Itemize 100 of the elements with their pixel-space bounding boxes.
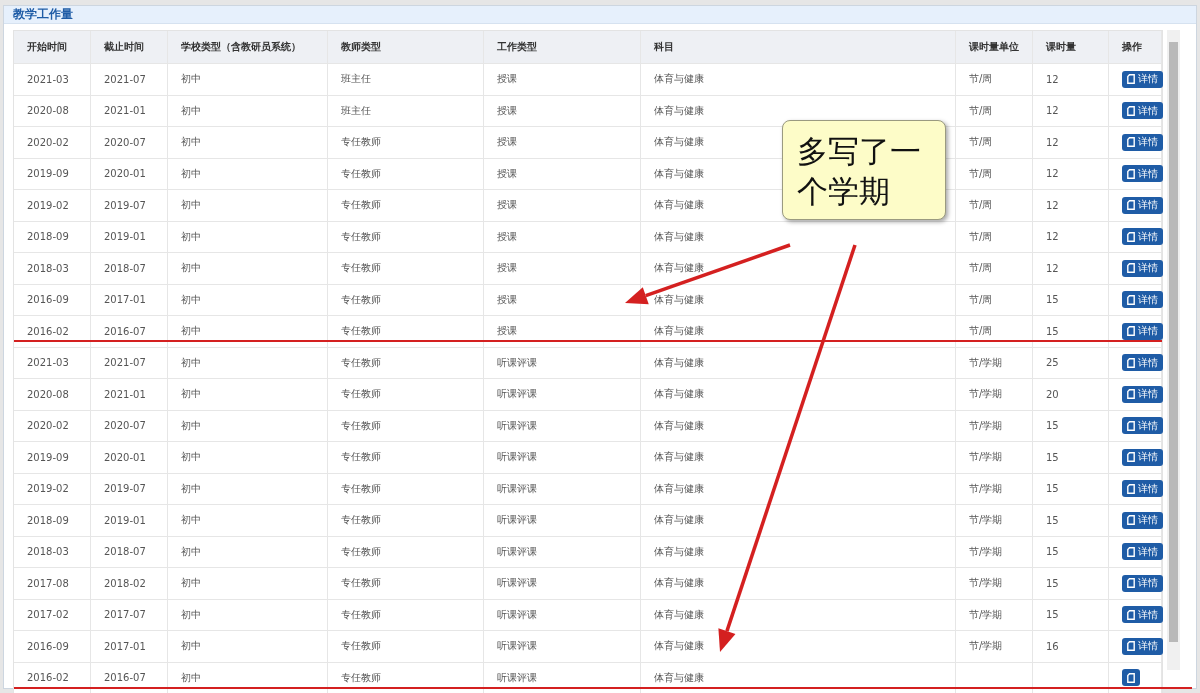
table-cell: 12: [1033, 190, 1109, 221]
document-icon: [1127, 515, 1135, 526]
table-cell: 节/周: [956, 284, 1033, 315]
document-icon: [1127, 263, 1135, 274]
table-cell: 初中: [168, 473, 328, 504]
table-cell: 专任教师: [328, 253, 484, 284]
table-cell: 授课: [484, 64, 641, 95]
table-cell: 2020-07: [91, 410, 168, 441]
table-cell: 初中: [168, 64, 328, 95]
table-cell: 专任教师: [328, 599, 484, 630]
table-cell: 初中: [168, 631, 328, 662]
table-cell: 15: [1033, 599, 1109, 630]
callout-note: 多写了一个学期: [782, 120, 946, 220]
table-cell: 初中: [168, 536, 328, 567]
document-icon: [1127, 105, 1135, 116]
table-cell: 初中: [168, 221, 328, 252]
document-icon: [1127, 672, 1135, 683]
table-cell: 授课: [484, 221, 641, 252]
table-cell: 专任教师: [328, 284, 484, 315]
document-icon: [1127, 578, 1135, 589]
table-cell: 班主任: [328, 64, 484, 95]
table-cell: 2017-01: [91, 284, 168, 315]
table-cell: 专任教师: [328, 127, 484, 158]
details-button[interactable]: [1122, 669, 1140, 687]
table-cell: 2021-07: [91, 347, 168, 378]
table-cell: 2021-01: [91, 95, 168, 126]
column-header: 学校类型（含教研员系统）: [168, 31, 328, 63]
details-button[interactable]: 详情: [1122, 70, 1163, 88]
table-cell: 节/学期: [956, 410, 1033, 441]
details-button[interactable]: 详情: [1122, 322, 1163, 340]
table-cell: 2019-07: [91, 473, 168, 504]
details-button[interactable]: 详情: [1122, 606, 1163, 624]
details-button[interactable]: 详情: [1122, 480, 1163, 498]
table-cell: 2021-03: [14, 64, 91, 95]
table-cell: 16: [1033, 631, 1109, 662]
table-cell: 2019-07: [91, 190, 168, 221]
details-button[interactable]: 详情: [1122, 511, 1163, 529]
table-cell: 12: [1033, 158, 1109, 189]
column-header: 科目: [641, 31, 956, 63]
details-button[interactable]: 详情: [1122, 165, 1163, 183]
table-cell: 2020-02: [14, 410, 91, 441]
table-cell: 授课: [484, 253, 641, 284]
table-cell: 初中: [168, 158, 328, 189]
details-button[interactable]: 详情: [1122, 385, 1163, 403]
table-cell: 授课: [484, 190, 641, 221]
table-cell: 2020-08: [14, 379, 91, 410]
table-cell: 专任教师: [328, 536, 484, 567]
table-cell: 2018-07: [91, 253, 168, 284]
document-icon: [1127, 294, 1135, 305]
scrollbar[interactable]: [1167, 30, 1180, 670]
details-button[interactable]: 详情: [1122, 354, 1163, 372]
table-cell: 2021-01: [91, 379, 168, 410]
table-cell: 节/学期: [956, 442, 1033, 473]
table-cell: 初中: [168, 284, 328, 315]
table-cell: 听课评课: [484, 410, 641, 441]
table-cell: 2018-09: [14, 505, 91, 536]
table-cell: 12: [1033, 95, 1109, 126]
details-button[interactable]: 详情: [1122, 133, 1163, 151]
table-cell: 2017-01: [91, 631, 168, 662]
details-button[interactable]: 详情: [1122, 543, 1163, 561]
table-cell: 听课评课: [484, 568, 641, 599]
panel-title: 教学工作量: [13, 6, 73, 23]
table-cell: 初中: [168, 190, 328, 221]
table-cell: 听课评课: [484, 379, 641, 410]
table-cell: 听课评课: [484, 505, 641, 536]
document-icon: [1127, 420, 1135, 431]
details-button[interactable]: 详情: [1122, 637, 1163, 655]
table-cell: 初中: [168, 379, 328, 410]
table-cell: 节/周: [956, 253, 1033, 284]
table-cell: 15: [1033, 442, 1109, 473]
column-header: 截止时间: [91, 31, 168, 63]
table-cell: 节/周: [956, 158, 1033, 189]
table-cell: 授课: [484, 127, 641, 158]
details-button[interactable]: 详情: [1122, 574, 1163, 592]
table-cell: 听课评课: [484, 599, 641, 630]
details-button[interactable]: 详情: [1122, 448, 1163, 466]
table-cell: 专任教师: [328, 442, 484, 473]
table-cell: 节/周: [956, 127, 1033, 158]
details-button[interactable]: 详情: [1122, 291, 1163, 309]
details-button[interactable]: 详情: [1122, 259, 1163, 277]
details-button[interactable]: 详情: [1122, 196, 1163, 214]
table-cell: 听课评课: [484, 442, 641, 473]
table-cell: 专任教师: [328, 473, 484, 504]
column-header: 开始时间: [14, 31, 91, 63]
table-cell: 2019-02: [14, 190, 91, 221]
table-cell: 初中: [168, 410, 328, 441]
table-cell: 12: [1033, 253, 1109, 284]
document-icon: [1127, 74, 1135, 85]
table-cell: 体育与健康: [641, 442, 956, 473]
table-cell: 初中: [168, 347, 328, 378]
table-cell: 25: [1033, 347, 1109, 378]
table-cell: 体育与健康: [641, 410, 956, 441]
table-cell: 15: [1033, 410, 1109, 441]
table-cell: 12: [1033, 127, 1109, 158]
details-button[interactable]: 详情: [1122, 102, 1163, 120]
details-button[interactable]: 详情: [1122, 417, 1163, 435]
table-cell: 15: [1033, 568, 1109, 599]
table-cell: 节/周: [956, 95, 1033, 126]
table-cell: 2019-09: [14, 158, 91, 189]
details-button[interactable]: 详情: [1122, 228, 1163, 246]
